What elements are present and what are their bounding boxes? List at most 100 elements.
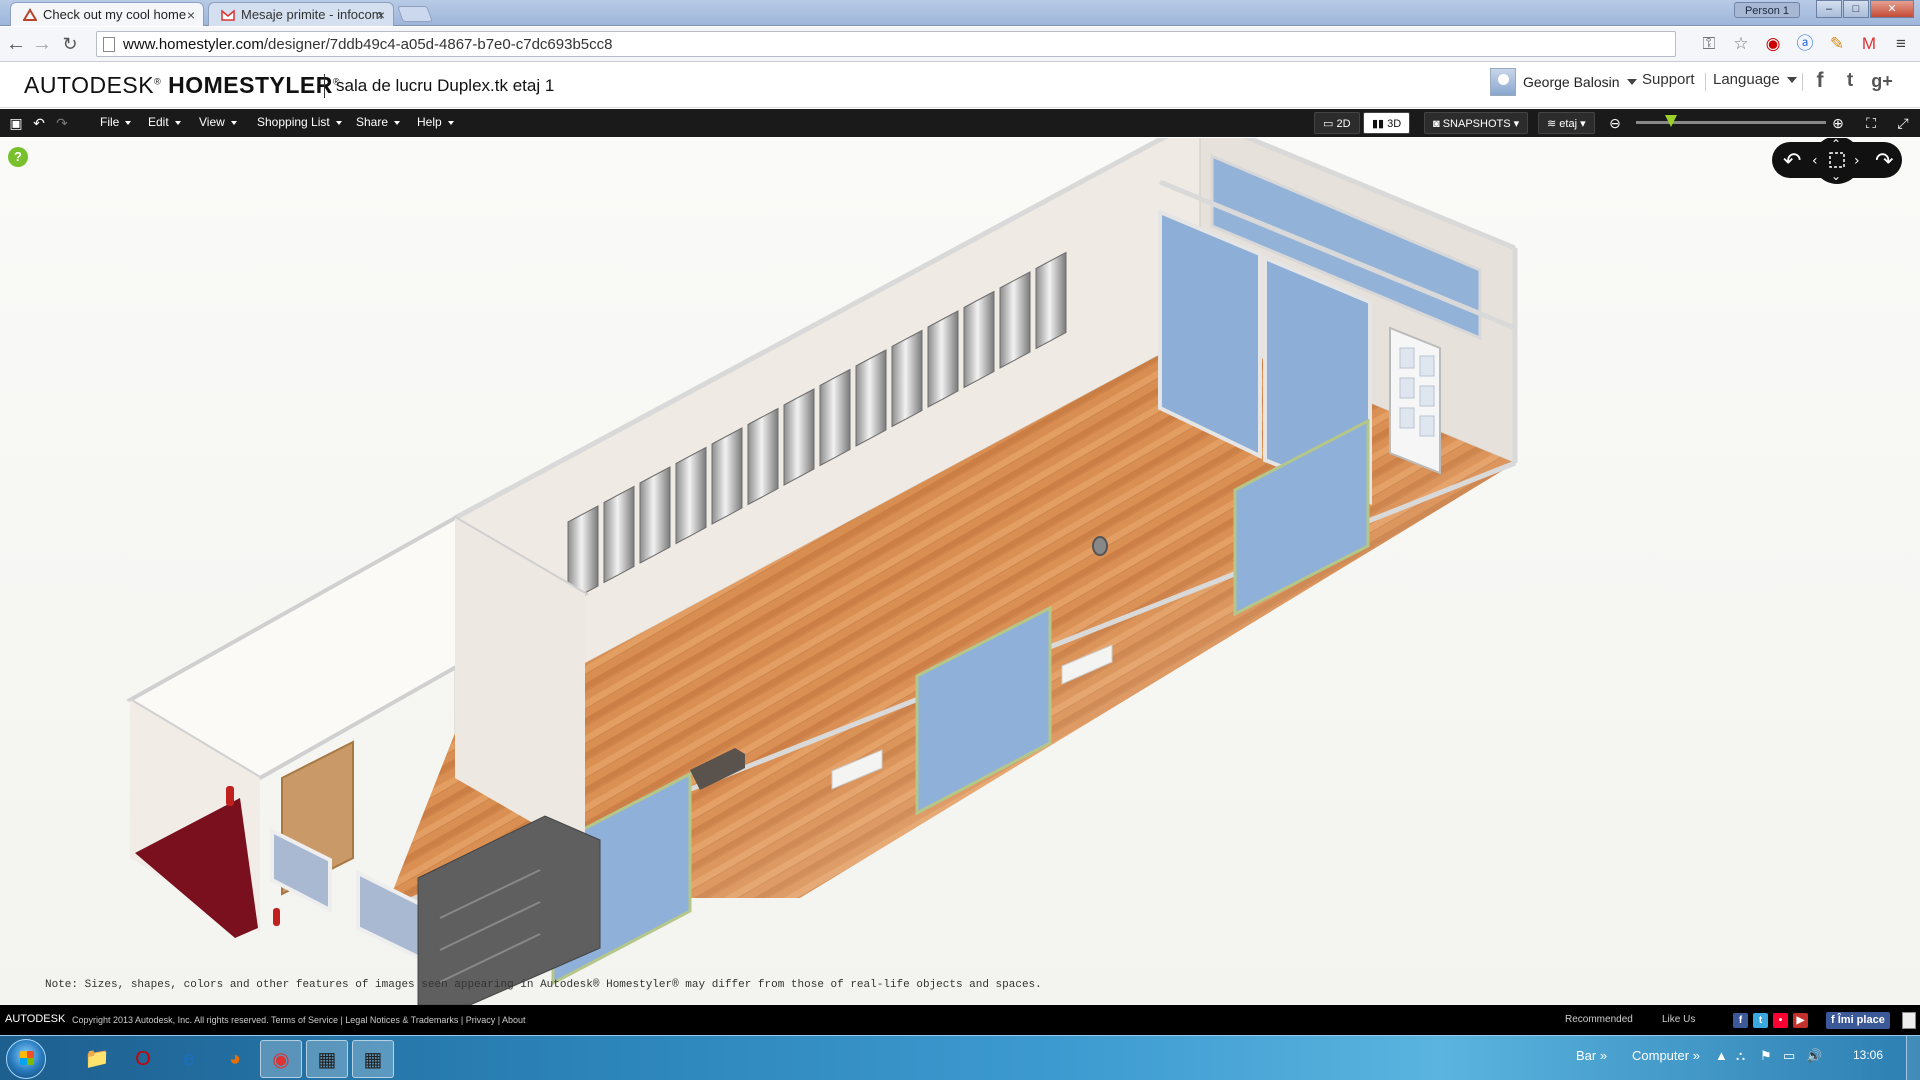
menu-file[interactable]: File (100, 115, 132, 129)
extension-icons: ⚿ ☆ ◉ ⓐ ✎ M ≡ (1698, 33, 1912, 55)
record-extension-icon[interactable]: ◉ (1762, 33, 1784, 55)
radiator-panel[interactable] (855, 349, 887, 447)
volume-icon[interactable]: 🔊 (1806, 1048, 1822, 1064)
chrome-menu-icon[interactable]: ≡ (1890, 33, 1912, 55)
tab-close-icon[interactable]: × (187, 3, 195, 26)
menu-shopping-list[interactable]: Shopping List (257, 115, 342, 129)
bookmark-star-icon[interactable]: ☆ (1730, 33, 1752, 55)
language-menu[interactable]: Language (1713, 71, 1797, 88)
pan-up-icon: ⌃ (1831, 138, 1841, 151)
maximize-icon[interactable]: □ (1843, 0, 1869, 18)
browser-tab-strip: Check out my cool home × Mesaje primite … (0, 0, 1920, 26)
bar-toolbar[interactable]: Bar » (1576, 1048, 1607, 1063)
close-window-icon[interactable]: ✕ (1870, 0, 1914, 18)
chrome-taskbar-icon[interactable]: ◉ (260, 1040, 302, 1078)
windows-logo-icon (20, 1051, 34, 1065)
homestyler-favicon-icon (23, 8, 37, 21)
paint-taskbar-icon[interactable]: ▦ (352, 1040, 394, 1078)
site-footer: AUTODESK Copyright 2013 Autodesk, Inc. A… (0, 1005, 1920, 1035)
radiator-panel[interactable] (927, 310, 959, 408)
flickr-icon[interactable]: • (1773, 1013, 1788, 1028)
facebook-icon[interactable]: f (1808, 68, 1832, 94)
menu-help[interactable]: Help (417, 115, 454, 129)
support-link[interactable]: Support (1642, 71, 1695, 88)
camera-navigation-control[interactable]: ↶ ↷ ⌃ ⌄ ‹ › (1770, 138, 1920, 208)
explorer-taskbar-icon[interactable]: 📁 (76, 1040, 118, 1078)
forward-arrow-icon[interactable]: → (30, 33, 54, 55)
menu-share[interactable]: Share (356, 115, 401, 129)
facebook-like-button[interactable]: f Îmi place (1826, 1012, 1890, 1029)
fire-extinguisher (226, 786, 234, 806)
room-3d-scene[interactable] (0, 138, 1920, 1005)
facebook-icon[interactable]: f (1733, 1013, 1748, 1028)
level-selector[interactable]: ≋ etaj ▾ (1538, 112, 1595, 134)
minimize-icon[interactable]: – (1816, 0, 1842, 18)
windows-taskbar: 📁 O e ◕ ◉ ▦ ▦ Bar » Computer » ▲ ⛬ ⚑ ▭ 🔊… (0, 1035, 1920, 1080)
firefox-taskbar-icon[interactable]: ◕ (214, 1040, 256, 1078)
key-icon[interactable]: ⚿ (1698, 33, 1720, 55)
twitter-icon[interactable]: t (1838, 68, 1862, 94)
help-icon[interactable]: ? (8, 147, 28, 167)
gmail-extension-icon[interactable]: M (1858, 33, 1880, 55)
profile-button[interactable]: Person 1 (1733, 2, 1800, 18)
redo-icon[interactable]: ↷ (53, 115, 71, 131)
flag-icon[interactable]: ⚑ (1760, 1048, 1772, 1064)
radiator-panel[interactable] (639, 466, 671, 564)
menu-view[interactable]: View (199, 115, 237, 129)
share-icon[interactable] (1902, 1012, 1916, 1029)
radiator-panel[interactable] (891, 329, 923, 428)
menu-edit[interactable]: Edit (148, 115, 181, 129)
radiator-panel[interactable] (999, 271, 1031, 369)
radiator-panel[interactable] (819, 368, 851, 467)
monitor-icon[interactable]: ▭ (1783, 1048, 1795, 1064)
zoom-out-icon[interactable]: ⊖ (1606, 115, 1624, 131)
rotate-right-icon: ↷ (1875, 149, 1893, 174)
radiator-panel[interactable] (603, 485, 635, 584)
clock[interactable]: 13:06 (1853, 1048, 1883, 1062)
footer-recommended[interactable]: Recommended (1565, 1014, 1633, 1025)
google-plus-icon[interactable]: g+ (1870, 68, 1894, 94)
user-name: George Balosin (1523, 74, 1620, 90)
show-desktop-button[interactable] (1906, 1036, 1920, 1080)
computer-toolbar[interactable]: Computer » (1632, 1048, 1700, 1063)
paint-taskbar-icon[interactable]: ▦ (306, 1040, 348, 1078)
radiator-panel[interactable] (1035, 251, 1067, 350)
back-arrow-icon[interactable]: ← (4, 33, 28, 55)
ie-taskbar-icon[interactable]: e (168, 1040, 210, 1078)
fit-view-icon[interactable]: ⛶ (1862, 115, 1880, 131)
user-menu[interactable]: George Balosin (1490, 67, 1637, 97)
separator (1802, 73, 1803, 91)
tray-expand-icon[interactable]: ▲ (1715, 1048, 1728, 1063)
radiator-panel[interactable] (783, 388, 815, 486)
design-3d-viewport[interactable]: ? ↶ ↷ ⌃ ⌄ ‹ › Note: Sizes, shapes, color… (0, 138, 1920, 1005)
start-button[interactable] (6, 1039, 46, 1079)
tab-homestyler[interactable]: Check out my cool home × (10, 2, 204, 26)
fullscreen-icon[interactable]: ⤢ (1894, 115, 1912, 131)
zoom-slider-handle[interactable] (1665, 115, 1677, 127)
radiator-panel[interactable] (747, 407, 779, 506)
new-tab-button[interactable] (397, 6, 433, 22)
undo-icon[interactable]: ↶ (30, 115, 48, 131)
radiator-panel[interactable] (711, 427, 743, 525)
pen-extension-icon[interactable]: ✎ (1826, 33, 1848, 55)
tab-title: Mesaje primite - infocom (241, 7, 383, 22)
tab-close-icon[interactable]: × (377, 3, 385, 26)
address-bar[interactable]: www.homestyler.com/designer/7ddb49c4-a05… (96, 31, 1676, 57)
radiator-panel[interactable] (963, 290, 995, 389)
opera-taskbar-icon[interactable]: O (122, 1040, 164, 1078)
youtube-icon[interactable]: ▶ (1793, 1013, 1808, 1028)
reload-icon[interactable]: ↻ (58, 33, 82, 55)
translate-extension-icon[interactable]: ⓐ (1794, 33, 1816, 55)
view-3d-button[interactable]: ▮▮ 3D (1363, 112, 1411, 134)
snapshots-button[interactable]: ◙ SNAPSHOTS ▾ (1424, 112, 1529, 134)
radiator-panel[interactable] (675, 446, 707, 545)
tab-gmail[interactable]: Mesaje primite - infocom × (208, 2, 394, 26)
view-2d-button[interactable]: ▭ 2D (1314, 112, 1360, 134)
homestyler-logo[interactable]: AUTODESK® HOMESTYLER® (24, 72, 340, 99)
twitter-icon[interactable]: t (1753, 1013, 1768, 1028)
footer-copyright[interactable]: Copyright 2013 Autodesk, Inc. All rights… (72, 1015, 526, 1025)
zoom-in-icon[interactable]: ⊕ (1829, 115, 1847, 131)
network-icon[interactable]: ⛬ (1736, 1048, 1745, 1064)
save-icon[interactable]: ▣ (7, 115, 25, 131)
tab-title: Check out my cool home (43, 7, 187, 22)
